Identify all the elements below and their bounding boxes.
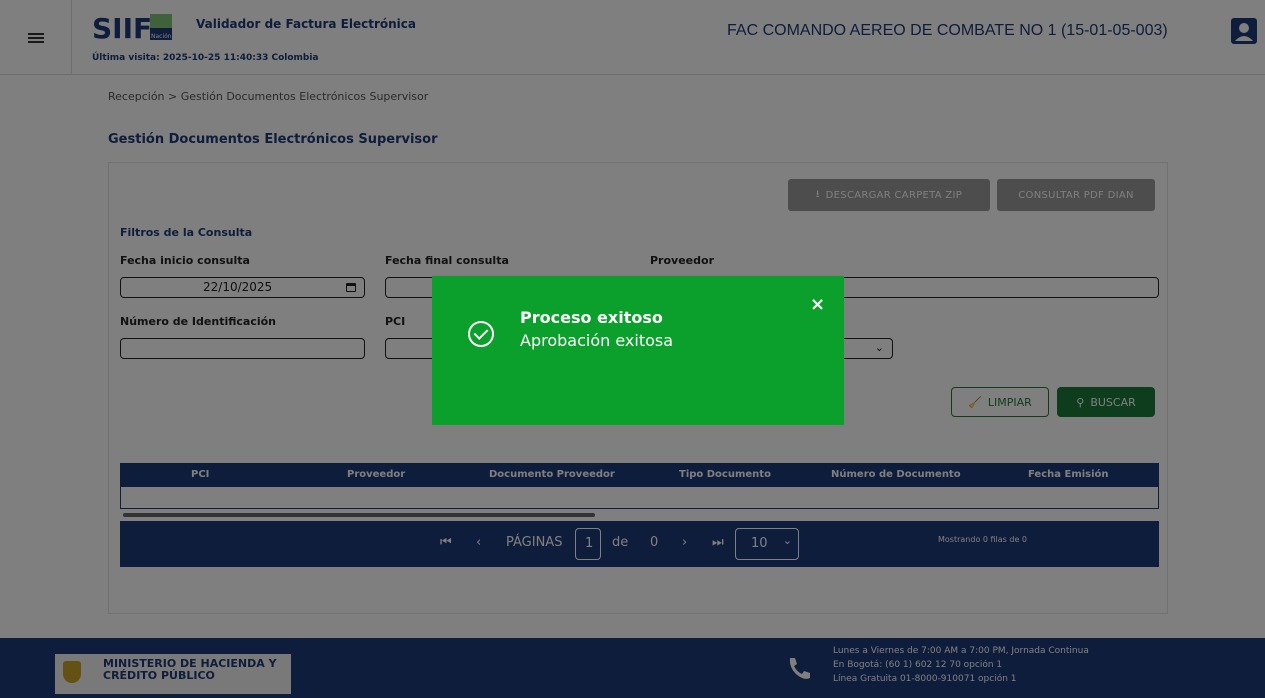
- toast-title: Proceso exitoso: [520, 308, 663, 327]
- success-toast: Proceso exitoso Aprobación exitosa ×: [432, 276, 844, 425]
- toast-message: Aprobación exitosa: [520, 331, 674, 350]
- check-circle-icon: [468, 321, 494, 347]
- close-icon[interactable]: ×: [810, 294, 825, 315]
